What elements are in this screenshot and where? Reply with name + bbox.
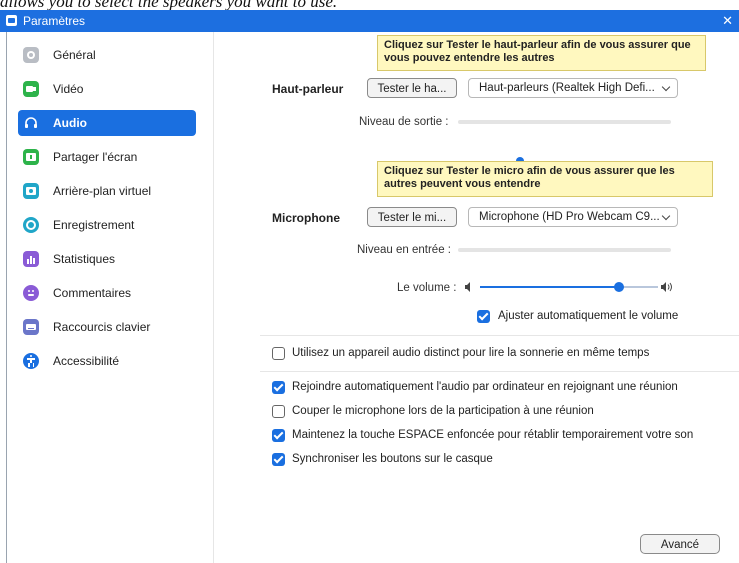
speaker-label: Haut-parleur bbox=[272, 82, 344, 96]
sidebar-item-label: Audio bbox=[53, 116, 87, 130]
section-divider bbox=[260, 335, 739, 336]
option-label: Couper le microphone lors de la particip… bbox=[292, 405, 594, 417]
sidebar-item-general[interactable]: Général bbox=[18, 42, 196, 68]
headphones-icon bbox=[23, 115, 39, 131]
option-label: Utilisez un appareil audio distinct pour… bbox=[292, 347, 650, 359]
input-level-meter bbox=[458, 248, 671, 252]
sidebar-item-recording[interactable]: Enregistrement bbox=[18, 212, 196, 238]
sidebar-item-label: Commentaires bbox=[53, 286, 132, 300]
sidebar-item-feedback[interactable]: Commentaires bbox=[18, 280, 196, 306]
volume-slider-track[interactable] bbox=[480, 282, 658, 292]
zoom-app-icon bbox=[6, 15, 17, 26]
option-label: Maintenez la touche ESPACE enfoncée pour… bbox=[292, 429, 694, 441]
sidebar-item-label: Statistiques bbox=[53, 252, 116, 266]
sidebar-item-keyboard-shortcuts[interactable]: Raccourcis clavier bbox=[18, 314, 196, 340]
output-level-label: Niveau de sortie : bbox=[359, 116, 449, 128]
volume-label: Le volume : bbox=[397, 282, 457, 294]
caption-text: allows you to select the speakers you wa… bbox=[0, 0, 338, 10]
close-icon[interactable]: ✕ bbox=[722, 13, 733, 29]
advanced-button[interactable]: Avancé bbox=[640, 534, 720, 554]
microphone-tooltip: Cliquez sur Tester le micro afin de vous… bbox=[377, 161, 713, 197]
gear-icon bbox=[23, 47, 39, 63]
audio-settings-panel: Cliquez sur Tester le haut-parleur afin … bbox=[214, 32, 739, 563]
push-to-talk-checkbox[interactable] bbox=[272, 429, 285, 442]
volume-slider-fill bbox=[480, 286, 619, 288]
option-label: Synchroniser les boutons sur le casque bbox=[292, 453, 493, 465]
auto-adjust-volume-label: Ajuster automatiquement le volume bbox=[498, 310, 679, 322]
microphone-device-select[interactable]: Microphone (HD Pro Webcam C9... bbox=[468, 207, 678, 227]
auto-adjust-volume-checkbox[interactable] bbox=[477, 310, 490, 323]
input-level-label: Niveau en entrée : bbox=[357, 244, 451, 256]
speaker-tooltip: Cliquez sur Tester le haut-parleur afin … bbox=[377, 35, 706, 71]
section-divider bbox=[260, 371, 739, 372]
title-bar: Paramètres ✕ bbox=[0, 10, 739, 32]
virtual-background-icon bbox=[23, 183, 39, 199]
output-level-meter bbox=[458, 120, 671, 124]
volume-high-icon bbox=[661, 282, 672, 292]
sidebar-item-label: Raccourcis clavier bbox=[53, 320, 151, 334]
sidebar-item-label: Accessibilité bbox=[53, 354, 120, 368]
sidebar-item-label: Vidéo bbox=[53, 82, 84, 96]
volume-low-icon bbox=[465, 282, 470, 292]
option-label: Rejoindre automatiquement l'audio par or… bbox=[292, 381, 678, 393]
mute-on-join-checkbox[interactable] bbox=[272, 405, 285, 418]
sidebar-item-virtual-background[interactable]: Arrière-plan virtuel bbox=[18, 178, 196, 204]
record-icon bbox=[23, 217, 39, 233]
sidebar-item-label: Partager l'écran bbox=[53, 150, 138, 164]
share-screen-icon bbox=[23, 149, 39, 165]
speaker-device-value: Haut-parleurs (Realtek High Defi... bbox=[479, 82, 655, 94]
speaker-device-select[interactable]: Haut-parleurs (Realtek High Defi... bbox=[468, 78, 678, 98]
auto-join-audio-checkbox[interactable] bbox=[272, 381, 285, 394]
sidebar-item-video[interactable]: Vidéo bbox=[18, 76, 196, 102]
test-microphone-button[interactable]: Tester le mi... bbox=[367, 207, 457, 227]
microphone-device-value: Microphone (HD Pro Webcam C9... bbox=[479, 211, 660, 223]
keyboard-icon bbox=[23, 319, 39, 335]
sidebar-item-label: Arrière-plan virtuel bbox=[53, 184, 152, 198]
chevron-down-icon bbox=[661, 211, 671, 221]
window-title: Paramètres bbox=[23, 14, 86, 28]
stats-icon bbox=[23, 251, 39, 267]
test-speaker-button[interactable]: Tester le ha... bbox=[367, 78, 457, 98]
sync-headset-buttons-checkbox[interactable] bbox=[272, 453, 285, 466]
microphone-label: Microphone bbox=[272, 211, 340, 225]
feedback-icon bbox=[23, 285, 39, 301]
sidebar-item-label: Enregistrement bbox=[53, 218, 135, 232]
volume-slider-thumb[interactable] bbox=[614, 282, 624, 292]
settings-sidebar: Général Vidéo Audio Partager l'écran Arr… bbox=[7, 32, 214, 563]
separate-ringtone-device-checkbox[interactable] bbox=[272, 347, 285, 360]
accessibility-icon bbox=[23, 353, 39, 369]
sidebar-item-label: Général bbox=[53, 48, 96, 62]
sidebar-item-accessibility[interactable]: Accessibilité bbox=[18, 348, 196, 374]
chevron-down-icon bbox=[661, 82, 671, 92]
sidebar-item-statistics[interactable]: Statistiques bbox=[18, 246, 196, 272]
video-camera-icon bbox=[23, 81, 39, 97]
sidebar-item-share-screen[interactable]: Partager l'écran bbox=[18, 144, 196, 170]
sidebar-item-audio[interactable]: Audio bbox=[18, 110, 196, 136]
